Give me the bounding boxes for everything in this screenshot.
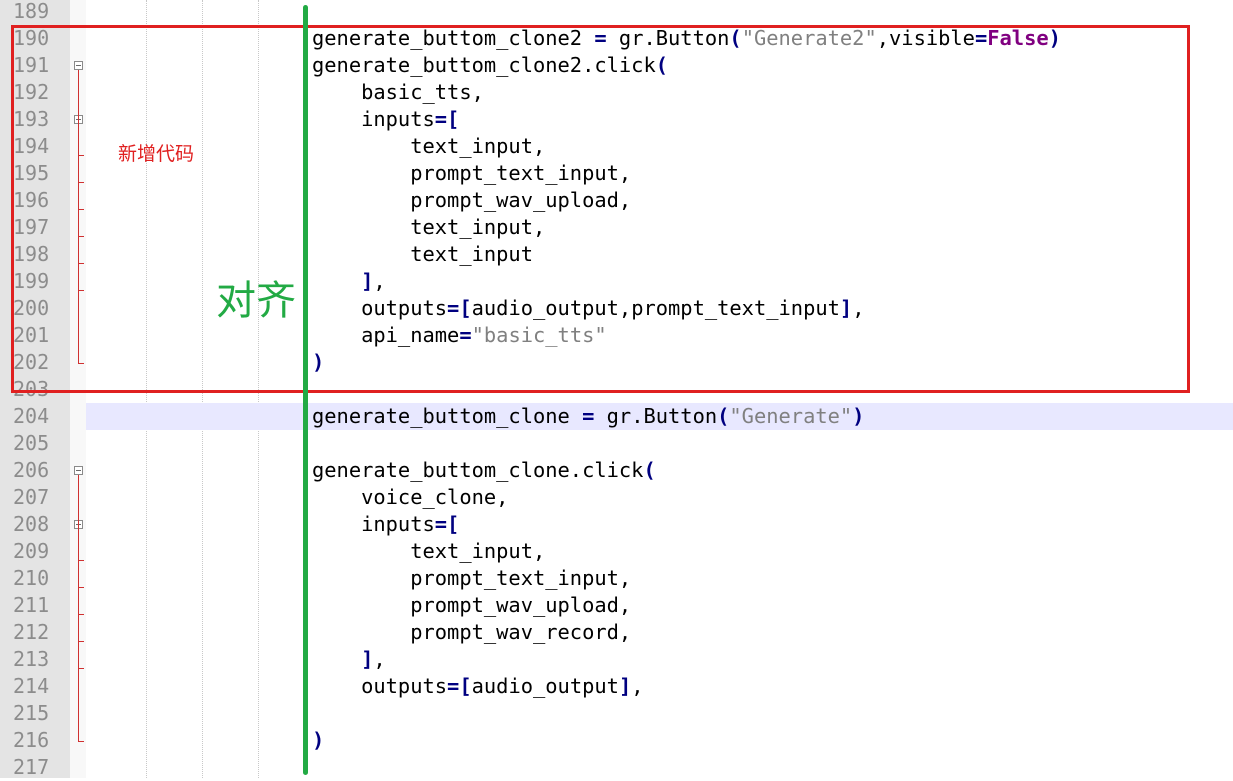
code-token: prompt_text_input, (312, 566, 632, 590)
code-token: ( (643, 458, 656, 482)
code-text[interactable]: inputs=[ (312, 511, 459, 538)
line-number: 208 (13, 512, 50, 536)
code-line[interactable]: 210 prompt_text_input, (0, 565, 1233, 592)
code-token: "Generate" (729, 404, 853, 428)
code-line[interactable]: 209 text_input, (0, 538, 1233, 565)
code-line[interactable]: 208 inputs=[ (0, 511, 1233, 538)
alignment-label: 对齐 (216, 278, 296, 324)
code-token: ) (312, 728, 325, 752)
line-number: 213 (13, 647, 50, 671)
code-line[interactable]: 189 (0, 0, 1233, 25)
code-text[interactable]: voice_clone, (312, 484, 508, 511)
line-number: 204 (13, 404, 50, 428)
fold-tick (78, 560, 84, 561)
line-number: 216 (13, 728, 50, 752)
code-text[interactable]: generate_buttom_clone = gr.Button("Gener… (312, 403, 864, 430)
code-token: prompt_wav_upload, (312, 593, 632, 617)
code-token: =[ (434, 512, 460, 536)
new-code-highlight-box (11, 25, 1190, 393)
code-text[interactable]: prompt_text_input, (312, 565, 631, 592)
code-text[interactable]: generate_buttom_clone.click( (312, 457, 656, 484)
code-line[interactable]: 207 voice_clone, (0, 484, 1233, 511)
code-line[interactable]: 212 prompt_wav_record, (0, 619, 1233, 646)
code-token: ) (852, 404, 865, 428)
code-token: =[ (447, 674, 472, 698)
code-token: gr.Button (594, 404, 718, 428)
code-line[interactable]: 217 (0, 754, 1233, 781)
line-number: 212 (13, 620, 50, 644)
line-number: 205 (13, 431, 50, 455)
code-token: , (373, 647, 386, 671)
code-token: ] (361, 647, 374, 671)
fold-tick (78, 668, 84, 669)
code-token: = (582, 404, 595, 428)
code-token: ] (618, 674, 632, 698)
code-line[interactable]: 213 ], (0, 646, 1233, 673)
fold-end-tick (78, 741, 84, 742)
line-number: 189 (13, 0, 50, 23)
code-text[interactable]: ], (312, 646, 386, 673)
line-number: 217 (13, 755, 50, 779)
code-token: voice_clone, (312, 485, 509, 509)
code-token: inputs (312, 512, 435, 536)
line-number: 211 (13, 593, 50, 617)
code-line[interactable]: 204 generate_buttom_clone = gr.Button("Ge… (0, 403, 1233, 430)
line-number: 210 (13, 566, 50, 590)
line-number: 209 (13, 539, 50, 563)
code-text[interactable]: text_input, (312, 538, 545, 565)
code-token: text_input, (312, 539, 546, 563)
code-text[interactable]: prompt_wav_upload, (312, 592, 631, 619)
code-line[interactable]: 206 generate_buttom_clone.click( (0, 457, 1233, 484)
fold-tick (78, 587, 84, 588)
alignment-guide-line (303, 5, 308, 775)
code-text[interactable]: outputs=[audio_output], (312, 673, 644, 700)
line-number: 214 (13, 674, 50, 698)
code-token: generate_buttom_clone.click (312, 458, 644, 482)
code-text[interactable]: ) (312, 727, 324, 754)
fold-tick (78, 614, 84, 615)
line-number: 206 (13, 458, 50, 482)
code-token: ( (717, 404, 730, 428)
code-token: outputs (312, 674, 448, 698)
fold-range-line (78, 475, 79, 741)
code-token: generate_buttom_clone (312, 404, 583, 428)
code-token: prompt_wav_record, (312, 620, 632, 644)
code-line[interactable]: 215 (0, 700, 1233, 727)
code-line[interactable]: 211 prompt_wav_upload, (0, 592, 1233, 619)
line-number: 215 (13, 701, 50, 725)
code-line[interactable]: 216) (0, 727, 1233, 754)
fold-tick (78, 641, 84, 642)
new-code-label: 新增代码 (118, 143, 195, 165)
fold-toggle-icon[interactable] (74, 466, 83, 475)
code-line[interactable]: 214 outputs=[audio_output], (0, 673, 1233, 700)
code-line[interactable]: 205 (0, 430, 1233, 457)
code-token: , (631, 674, 644, 698)
code-token: audio_output (471, 674, 619, 698)
line-number: 207 (13, 485, 50, 509)
code-text[interactable]: prompt_wav_record, (312, 619, 631, 646)
